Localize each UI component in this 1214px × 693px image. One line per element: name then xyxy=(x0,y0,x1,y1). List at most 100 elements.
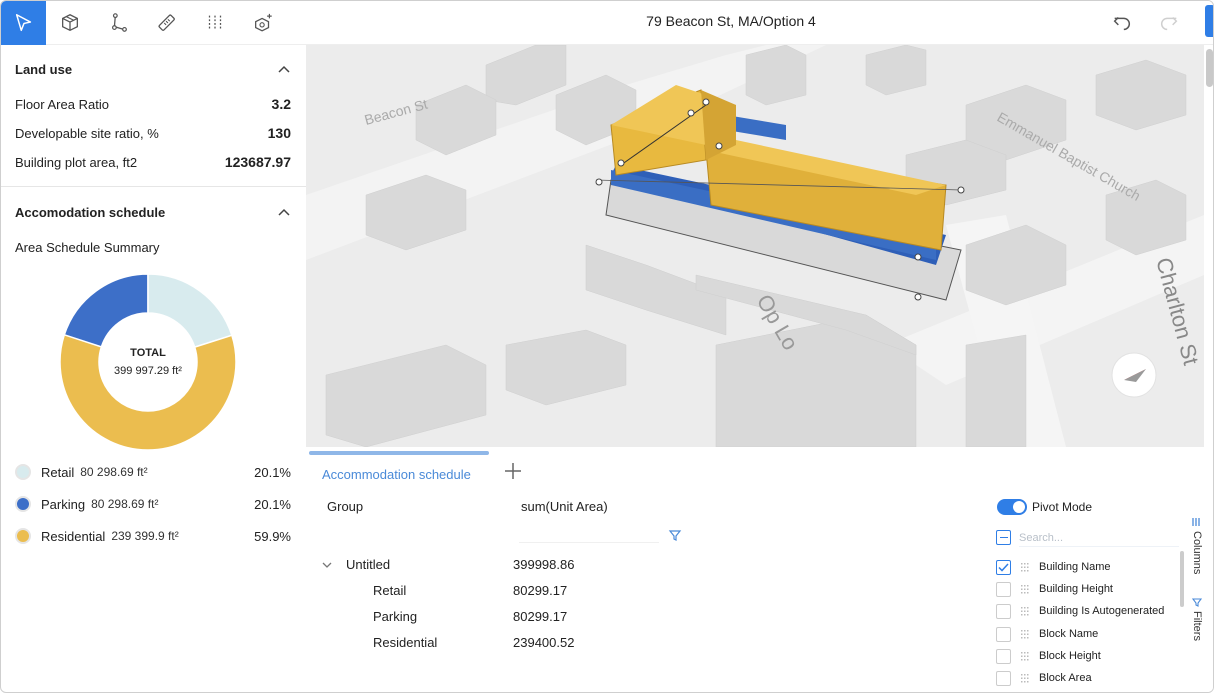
drag-handle-icon[interactable] xyxy=(1020,673,1030,683)
measure-tool-button[interactable] xyxy=(144,1,189,45)
undo-button[interactable] xyxy=(1108,9,1136,37)
legend-value: 80 298.69 ft² xyxy=(80,465,148,479)
toolbar: 79 Beacon St, MA/Option 4 xyxy=(1,1,1213,45)
column-item[interactable]: Block Area xyxy=(996,668,1186,688)
group-value: 399998.86 xyxy=(513,557,575,572)
plot-area-value: 123687.97 xyxy=(224,154,291,170)
retail-swatch xyxy=(15,464,31,480)
split-lines-icon xyxy=(208,15,221,31)
column-item[interactable]: Block Height xyxy=(996,646,1186,666)
add-tab-button[interactable] xyxy=(502,460,524,482)
land-use-title: Land use xyxy=(15,61,73,77)
site-ratio-value: 130 xyxy=(267,125,291,141)
legend-retail: Retail 80 298.69 ft² 20.1% xyxy=(15,461,291,483)
columns-tab-label: Columns xyxy=(1191,531,1203,575)
3d-map-viewport[interactable]: Beacon St Charlton St Emmanuel Baptist C… xyxy=(306,45,1204,447)
chevron-up-icon[interactable] xyxy=(277,205,291,219)
column-checkbox[interactable] xyxy=(996,581,1011,597)
column-item[interactable]: Building Name xyxy=(996,557,1186,577)
plot-area-label: Building plot area, ft2 xyxy=(15,155,138,170)
filter-icon[interactable] xyxy=(668,528,682,542)
column-checkbox[interactable] xyxy=(996,648,1011,664)
add-object-icon xyxy=(254,13,272,32)
pivot-mode-label: Pivot Mode xyxy=(1032,500,1093,514)
legend-residential: Residential 239 399.9 ft² 59.9% xyxy=(15,525,291,547)
plus-icon xyxy=(505,463,521,479)
section-divider xyxy=(1,186,306,187)
legend-name: Residential xyxy=(41,528,106,544)
column-checkbox[interactable] xyxy=(996,603,1011,619)
drag-handle-icon[interactable] xyxy=(1020,606,1030,616)
active-tab-indicator xyxy=(309,451,489,455)
column-name: Block Height xyxy=(1039,650,1101,662)
land-use-header[interactable]: Land use xyxy=(15,58,291,80)
column-item[interactable]: Building Height xyxy=(996,579,1186,599)
group-column-header[interactable]: Group xyxy=(327,499,363,514)
split-tool-button[interactable] xyxy=(192,1,237,45)
drag-handle-icon[interactable] xyxy=(1020,629,1030,639)
ruler-icon xyxy=(158,14,175,31)
column-checkbox[interactable] xyxy=(996,559,1011,575)
columns-list-scrollbar[interactable] xyxy=(1180,551,1184,607)
select-tool-button[interactable] xyxy=(1,1,46,45)
legend-name: Parking xyxy=(41,496,86,512)
site-ratio-row: Developable site ratio, % 130 xyxy=(15,125,291,141)
drag-handle-icon[interactable] xyxy=(1020,651,1030,661)
add-object-tool-button[interactable] xyxy=(240,1,285,45)
column-item[interactable]: Block Name xyxy=(996,624,1186,644)
plot-area-row: Building plot area, ft2 123687.97 xyxy=(15,154,291,170)
row-label: Parking xyxy=(373,609,418,624)
drag-handle-icon[interactable] xyxy=(1020,584,1030,594)
value-column-header[interactable]: sum(Unit Area) xyxy=(521,499,608,514)
tab-label: Accommodation schedule xyxy=(322,467,471,482)
drag-handle-icon[interactable] xyxy=(1020,562,1030,572)
table-row[interactable]: Untitled 399998.86 xyxy=(306,554,686,576)
redo-icon xyxy=(1161,16,1178,31)
redo-button[interactable] xyxy=(1155,9,1183,37)
document-title: 79 Beacon St, MA/Option 4 xyxy=(646,13,816,29)
app-window: 79 Beacon St, MA/Option 4 Land use Floor… xyxy=(0,0,1214,693)
accommodation-header[interactable]: Accomodation schedule xyxy=(15,201,291,223)
tab-accommodation-schedule[interactable]: Accommodation schedule xyxy=(309,451,489,497)
far-label: Floor Area Ratio xyxy=(15,97,109,112)
cube-icon xyxy=(61,14,78,32)
legend-parking: Parking 80 298.69 ft² 20.1% xyxy=(15,493,291,515)
legend-value: 80 298.69 ft² xyxy=(91,497,159,511)
panel-handle[interactable] xyxy=(1205,5,1213,37)
column-item[interactable]: Building Is Autogenerated xyxy=(996,601,1186,621)
column-checkbox[interactable] xyxy=(996,670,1011,686)
pivot-mode-toggle[interactable] xyxy=(997,499,1027,515)
legend-percent: 20.1% xyxy=(254,464,291,480)
columns-icon xyxy=(1192,518,1200,526)
table-row[interactable]: Parking 80299.17 xyxy=(306,606,686,628)
map-scrollbar[interactable] xyxy=(1204,45,1213,447)
row-label: Residential xyxy=(373,635,438,650)
group-label: Untitled xyxy=(346,557,391,572)
polyline-tool-button[interactable] xyxy=(96,1,141,45)
box-tool-button[interactable] xyxy=(47,1,92,45)
columns-search-input[interactable] xyxy=(1019,529,1179,547)
table-row[interactable]: Residential 239400.52 xyxy=(306,632,686,654)
chevron-down-icon[interactable] xyxy=(322,557,332,572)
column-name: Block Name xyxy=(1039,628,1099,640)
column-name: Block Area xyxy=(1039,672,1092,684)
scroll-thumb[interactable] xyxy=(1206,49,1213,87)
undo-icon xyxy=(1113,16,1130,31)
table-row[interactable]: Retail 80299.17 xyxy=(306,580,686,602)
left-panel: Land use Floor Area Ratio 3.2 Developabl… xyxy=(1,45,306,569)
schedule-panel: Accommodation schedule Group sum(Unit Ar… xyxy=(306,447,1213,692)
filters-side-tab[interactable]: Filters xyxy=(1186,597,1208,641)
select-all-checkbox[interactable] xyxy=(996,530,1011,545)
tool-panel-tabs: Columns Filters xyxy=(1186,507,1208,657)
columns-side-tab[interactable]: Columns xyxy=(1186,517,1208,574)
filter-icon xyxy=(1192,598,1202,607)
column-name: Building Height xyxy=(1039,583,1113,595)
chevron-up-icon[interactable] xyxy=(277,62,291,76)
column-checkbox[interactable] xyxy=(996,626,1011,642)
donut-center: TOTAL 399 997.29 ft² xyxy=(59,273,237,451)
column-name: Building Is Autogenerated xyxy=(1039,605,1165,617)
row-label: Retail xyxy=(373,583,407,598)
legend-percent: 59.9% xyxy=(254,528,291,544)
column-filter-input[interactable] xyxy=(519,529,659,543)
legend-percent: 20.1% xyxy=(254,496,291,512)
